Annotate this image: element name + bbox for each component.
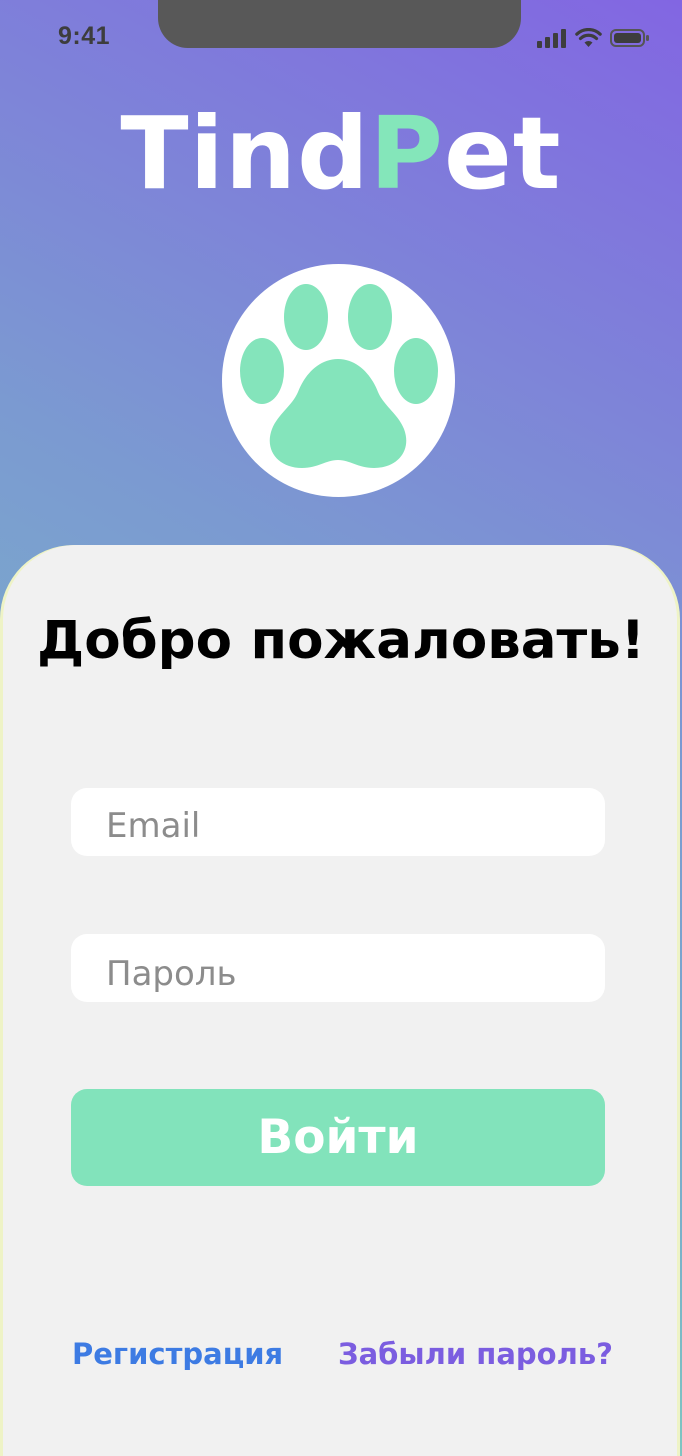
login-screen: 9:41 TindPet Добро пожаловать! Email Вой… [0,0,682,1456]
status-time: 9:41 [58,22,111,50]
battery-icon [610,28,650,48]
app-logo: TindPet [0,94,682,214]
wifi-icon [575,28,602,48]
email-input[interactable] [71,788,605,856]
logo-text-part1: Tind [120,95,370,212]
paw-icon [240,284,438,468]
cellular-signal-icon [537,28,567,48]
status-icons [537,28,650,48]
paw-logo-badge [222,264,455,497]
register-link[interactable]: Регистрация [72,1334,283,1374]
forgot-password-link[interactable]: Забыли пароль? [338,1334,613,1374]
logo-text-part2: et [443,95,562,212]
device-notch [158,0,521,48]
password-input[interactable] [71,934,605,1002]
login-button[interactable]: Войти [71,1089,605,1186]
logo-text-accent: P [369,95,444,212]
welcome-title: Добро пожаловать! [37,610,645,671]
